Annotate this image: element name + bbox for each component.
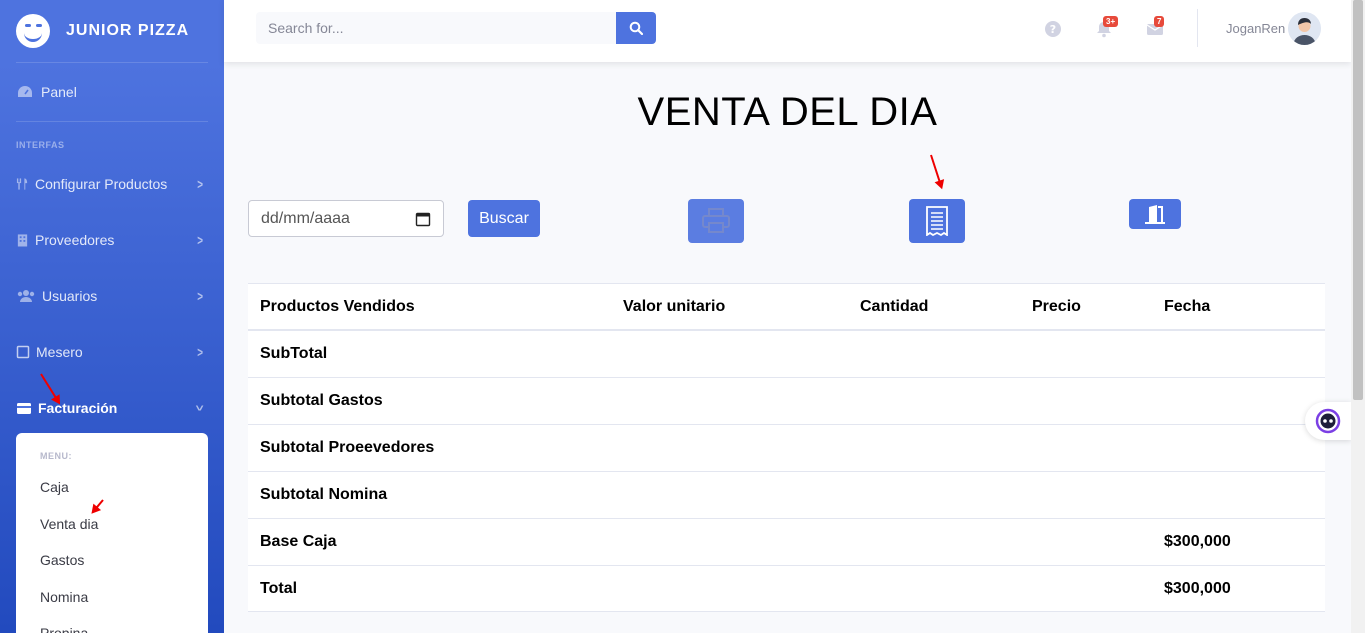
table-header-row: Productos Vendidos Valor unitario Cantid… — [248, 283, 1325, 330]
submenu-item-nomina[interactable]: Nomina — [16, 579, 208, 616]
sales-table: Productos Vendidos Valor unitario Cantid… — [248, 283, 1325, 612]
sidebar-item-configurar-productos[interactable]: Configurar Productos > — [0, 156, 224, 212]
row-label: Total — [260, 579, 298, 597]
date-placeholder: dd/mm/aaaa — [261, 209, 350, 227]
sidebar-item-proveedores[interactable]: Proveedores > — [0, 212, 224, 268]
table-row: Subtotal Nomina — [248, 471, 1325, 518]
topbar: Search for... ? 3+ 7 JoganRen — [224, 0, 1351, 62]
chevron-right-icon: > — [197, 344, 203, 360]
sidebar-item-label: Proveedores — [35, 232, 115, 248]
brand-name: JUNIOR PIZZA — [66, 22, 190, 39]
column-header: Valor unitario — [623, 297, 726, 315]
alerts-button[interactable]: 3+ — [1095, 16, 1119, 38]
date-input[interactable]: dd/mm/aaaa — [248, 200, 444, 237]
avatar[interactable] — [1288, 12, 1321, 45]
help-button[interactable]: ? — [1044, 20, 1062, 38]
table-row: Subtotal Gastos — [248, 377, 1325, 424]
alerts-badge: 3+ — [1103, 16, 1119, 27]
submenu-heading: MENU: — [40, 451, 72, 461]
chatbot-icon — [1315, 408, 1341, 434]
messages-badge: 7 — [1154, 16, 1165, 27]
facturacion-submenu: MENU: Caja Venta dia Gastos Nomina Propi… — [16, 433, 208, 633]
sidebar: JUNIOR PIZZA Panel INTERFAS Configurar P… — [0, 0, 224, 633]
brand[interactable]: JUNIOR PIZZA — [0, 0, 224, 62]
users-icon — [17, 290, 35, 302]
column-header: Fecha — [1164, 297, 1211, 315]
column-header: Cantidad — [860, 297, 929, 315]
sidebar-item-usuarios[interactable]: Usuarios > — [0, 268, 224, 324]
chevron-right-icon: > — [197, 176, 203, 192]
chevron-right-icon: > — [197, 288, 203, 304]
annotation-arrow — [930, 154, 942, 184]
tablet-icon — [16, 345, 30, 359]
column-header: Productos Vendidos — [260, 297, 415, 315]
receipt-icon — [926, 206, 948, 236]
submenu-item-venta-dia[interactable]: Venta dia — [16, 506, 208, 543]
building-icon — [17, 234, 28, 247]
row-value: $300,000 — [1164, 533, 1231, 550]
search-button[interactable] — [616, 12, 656, 44]
chevron-down-icon: > — [191, 405, 208, 411]
page-scrollbar[interactable] — [1351, 0, 1365, 633]
utensils-icon — [16, 178, 28, 190]
sidebar-item-panel[interactable]: Panel — [0, 63, 224, 121]
print-button[interactable] — [688, 199, 744, 243]
exit-button[interactable] — [1129, 199, 1181, 229]
row-label: Base Caja — [260, 533, 337, 550]
column-header: Precio — [1032, 297, 1081, 315]
buscar-button[interactable]: Buscar — [468, 200, 540, 237]
search-icon — [629, 21, 643, 35]
sidebar-item-facturacion[interactable]: Facturación > — [0, 380, 224, 436]
sidebar-item-label: Mesero — [36, 344, 83, 360]
brand-logo-icon — [16, 14, 50, 48]
submenu-item-gastos[interactable]: Gastos — [16, 542, 208, 579]
sidebar-heading: INTERFAS — [16, 140, 65, 150]
sidebar-item-label: Usuarios — [42, 288, 98, 304]
username[interactable]: JoganRen — [1226, 21, 1285, 36]
tachometer-icon — [18, 86, 32, 97]
row-label: Subtotal Proeevedores — [260, 439, 435, 456]
chat-widget-button[interactable] — [1305, 402, 1351, 440]
chevron-right-icon: > — [197, 232, 203, 248]
door-open-icon — [1145, 205, 1165, 224]
row-label: SubTotal — [260, 345, 328, 362]
table-row: Base Caja $300,000 — [248, 518, 1325, 565]
svg-text:?: ? — [1050, 23, 1056, 36]
sidebar-item-mesero[interactable]: Mesero > — [0, 324, 224, 380]
page-title: VENTA DEL DIA — [637, 90, 938, 134]
question-circle-icon: ? — [1045, 21, 1061, 37]
sidebar-item-label: Configurar Productos — [35, 176, 168, 192]
table-row: SubTotal — [248, 330, 1325, 377]
search-input[interactable]: Search for... — [256, 12, 616, 44]
sidebar-item-label: Panel — [41, 84, 77, 100]
wallet-icon — [17, 403, 31, 414]
table-row: Total $300,000 — [248, 565, 1325, 612]
print-icon — [702, 208, 730, 233]
messages-button[interactable]: 7 — [1146, 16, 1165, 38]
scrollbar-thumb[interactable] — [1353, 0, 1363, 400]
table-row: Subtotal Proeevedores — [248, 424, 1325, 471]
submenu-item-propina[interactable]: Propina — [16, 615, 208, 633]
search-bar: Search for... — [256, 12, 656, 44]
row-value: $300,000 — [1164, 579, 1231, 597]
topbar-divider — [1197, 9, 1198, 47]
receipt-button[interactable] — [909, 199, 965, 243]
submenu-item-caja[interactable]: Caja — [16, 469, 208, 506]
row-label: Subtotal Nomina — [260, 486, 388, 503]
calendar-icon[interactable] — [415, 211, 431, 227]
row-label: Subtotal Gastos — [260, 392, 383, 409]
user-avatar-icon — [1288, 12, 1321, 45]
